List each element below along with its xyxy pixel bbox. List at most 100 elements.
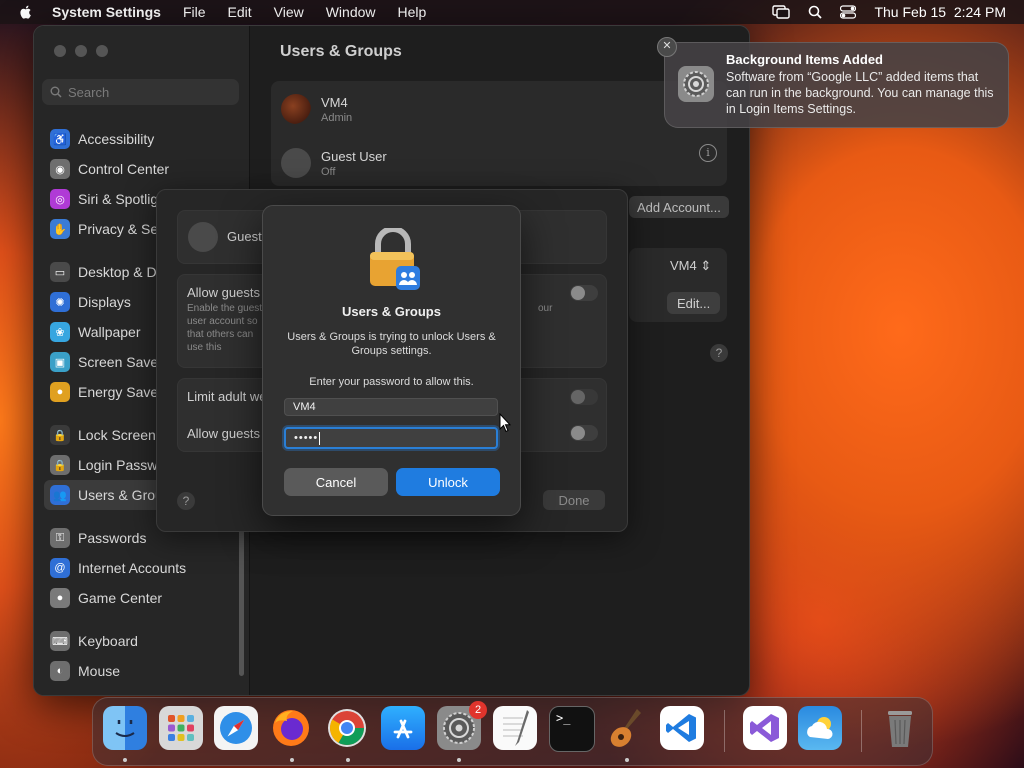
menu-window[interactable]: Window [326, 4, 376, 20]
username-field[interactable]: VM4 [284, 398, 498, 416]
mouse-icon: ◐ [50, 661, 70, 681]
accessibility-icon: ♿ [50, 129, 70, 149]
sidebar-item-label: Accessibility [78, 131, 155, 147]
done-button[interactable]: Done [543, 490, 605, 510]
allow-guests-label: Allow guests to log in to this computer [187, 285, 267, 300]
at-sign-icon: @ [50, 558, 70, 578]
app-menu[interactable]: System Settings [52, 4, 161, 20]
auto-login-value: VM4 [670, 258, 697, 273]
menu-edit[interactable]: Edit [228, 4, 252, 20]
notification-badge: 2 [469, 701, 487, 719]
help-icon[interactable]: ? [177, 492, 195, 510]
sidebar-item-label: Energy Saver [78, 384, 163, 400]
dock-separator [724, 710, 725, 752]
screen-mirroring-icon[interactable] [772, 5, 791, 19]
sidebar-item-label: Game Center [78, 590, 163, 606]
allow-guest-connect-toggle[interactable] [570, 425, 598, 441]
menu-view[interactable]: View [274, 4, 304, 20]
auto-login-select[interactable]: VM4 ⇕ [670, 258, 711, 274]
close-window-button[interactable] [54, 45, 66, 57]
menubar-clock[interactable]: Thu Feb 15 2:24 PM [874, 4, 1006, 20]
dialog-title: Users & Groups [342, 304, 441, 319]
control-center-icon: ◉ [50, 159, 70, 179]
password-field[interactable]: ••••• [284, 427, 498, 449]
sidebar-item-keyboard[interactable]: ⌨ Keyboard [44, 626, 239, 656]
limit-adult-toggle[interactable] [570, 389, 598, 405]
sidebar-item-internet-accounts[interactable]: @ Internet Accounts [44, 553, 239, 583]
terminal-icon[interactable]: >_ [549, 706, 595, 752]
cancel-button[interactable]: Cancel [284, 468, 388, 496]
apple-logo-icon[interactable] [18, 4, 34, 20]
limit-adult-label: Limit adult websites [187, 389, 267, 404]
info-icon[interactable]: i [699, 144, 717, 162]
lock-icon [370, 228, 420, 290]
user-name: VM4 [321, 94, 348, 110]
notification-banner[interactable]: ✕ Background Items Added Software from “… [657, 37, 1009, 128]
visual-studio-icon[interactable] [743, 706, 787, 750]
lock-icon: 🔒 [50, 425, 70, 445]
search-icon [50, 86, 62, 98]
sidebar-item-accessibility[interactable]: ♿ Accessibility [44, 124, 239, 154]
sidebar-item-label: Passwords [78, 530, 147, 546]
textedit-icon[interactable] [493, 706, 537, 750]
user-row-guest[interactable]: Guest User Off [281, 141, 387, 185]
password-mask: ••••• [294, 432, 319, 444]
control-center-icon[interactable] [840, 5, 857, 19]
weather-icon[interactable] [798, 706, 842, 750]
lock-icon: 🔒 [50, 455, 70, 475]
menu-bar: System Settings File Edit View Window He… [0, 0, 1024, 24]
dock-icon: ▭ [50, 262, 70, 282]
sidebar-item-label: Displays [78, 294, 131, 310]
app-store-icon[interactable] [381, 706, 425, 750]
zoom-window-button[interactable] [96, 45, 108, 57]
allow-guests-description-fragment: our [538, 303, 553, 314]
allow-guests-toggle[interactable] [570, 285, 598, 301]
firefox-running-indicator [290, 758, 294, 762]
sidebar-item-game-center[interactable]: ● Game Center [44, 583, 239, 613]
launchpad-icon[interactable] [159, 706, 203, 750]
dialog-prompt: Enter your password to allow this. [309, 376, 474, 388]
user-row-vm4[interactable]: VM4 Admin [281, 87, 352, 131]
dock-separator [861, 710, 862, 752]
close-icon[interactable]: ✕ [657, 37, 677, 57]
notification-title: Background Items Added [726, 52, 883, 67]
safari-icon[interactable] [214, 706, 258, 750]
unlock-button[interactable]: Unlock [396, 468, 500, 496]
edit-button[interactable]: Edit... [667, 292, 721, 314]
text-caret [319, 431, 321, 445]
sidebar-item-control-center[interactable]: ◉ Control Center [44, 154, 239, 184]
sidebar-item-mouse[interactable]: ◐ Mouse [44, 656, 239, 686]
allow-guest-connect-label: Allow guests to connect to shared folder… [187, 426, 267, 441]
minimize-window-button[interactable] [75, 45, 87, 57]
notification-body: Software from “Google LLC” added items t… [726, 70, 994, 116]
add-account-button[interactable]: Add Account... [629, 196, 729, 218]
instruments-guitar-icon[interactable] [605, 706, 649, 750]
system-settings-running-indicator [457, 758, 461, 762]
game-center-icon: ● [50, 588, 70, 608]
sidebar-item-label: Control Center [78, 161, 170, 177]
finder-icon[interactable] [103, 706, 147, 750]
siri-icon: ◎ [50, 189, 70, 209]
chevron-updown-icon: ⇕ [700, 258, 712, 273]
search-placeholder: Search [68, 84, 110, 100]
authentication-dialog: Users & Groups Users & Groups is trying … [262, 205, 521, 516]
users-list: VM4 Admin Guest User Off i [271, 81, 727, 186]
trash-icon[interactable] [878, 706, 922, 750]
avatar-football [281, 94, 311, 124]
displays-icon: ✺ [50, 292, 70, 312]
avatar-default [281, 148, 311, 178]
menu-help[interactable]: Help [398, 4, 427, 20]
vscode-icon[interactable] [660, 706, 704, 750]
sidebar-search-input[interactable]: Search [42, 79, 239, 105]
spotlight-search-icon[interactable] [808, 5, 823, 19]
firefox-icon[interactable] [269, 706, 313, 750]
dock: 2 >_ [92, 697, 933, 766]
hand-icon: ✋ [50, 219, 70, 239]
menu-file[interactable]: File [183, 4, 206, 20]
sidebar-item-label: Screen Saver [78, 354, 163, 370]
sidebar-item-label: Wallpaper [78, 324, 141, 340]
help-icon[interactable]: ? [710, 344, 728, 362]
system-settings-dock-icon[interactable]: 2 [437, 701, 487, 750]
chrome-icon[interactable] [325, 706, 369, 750]
